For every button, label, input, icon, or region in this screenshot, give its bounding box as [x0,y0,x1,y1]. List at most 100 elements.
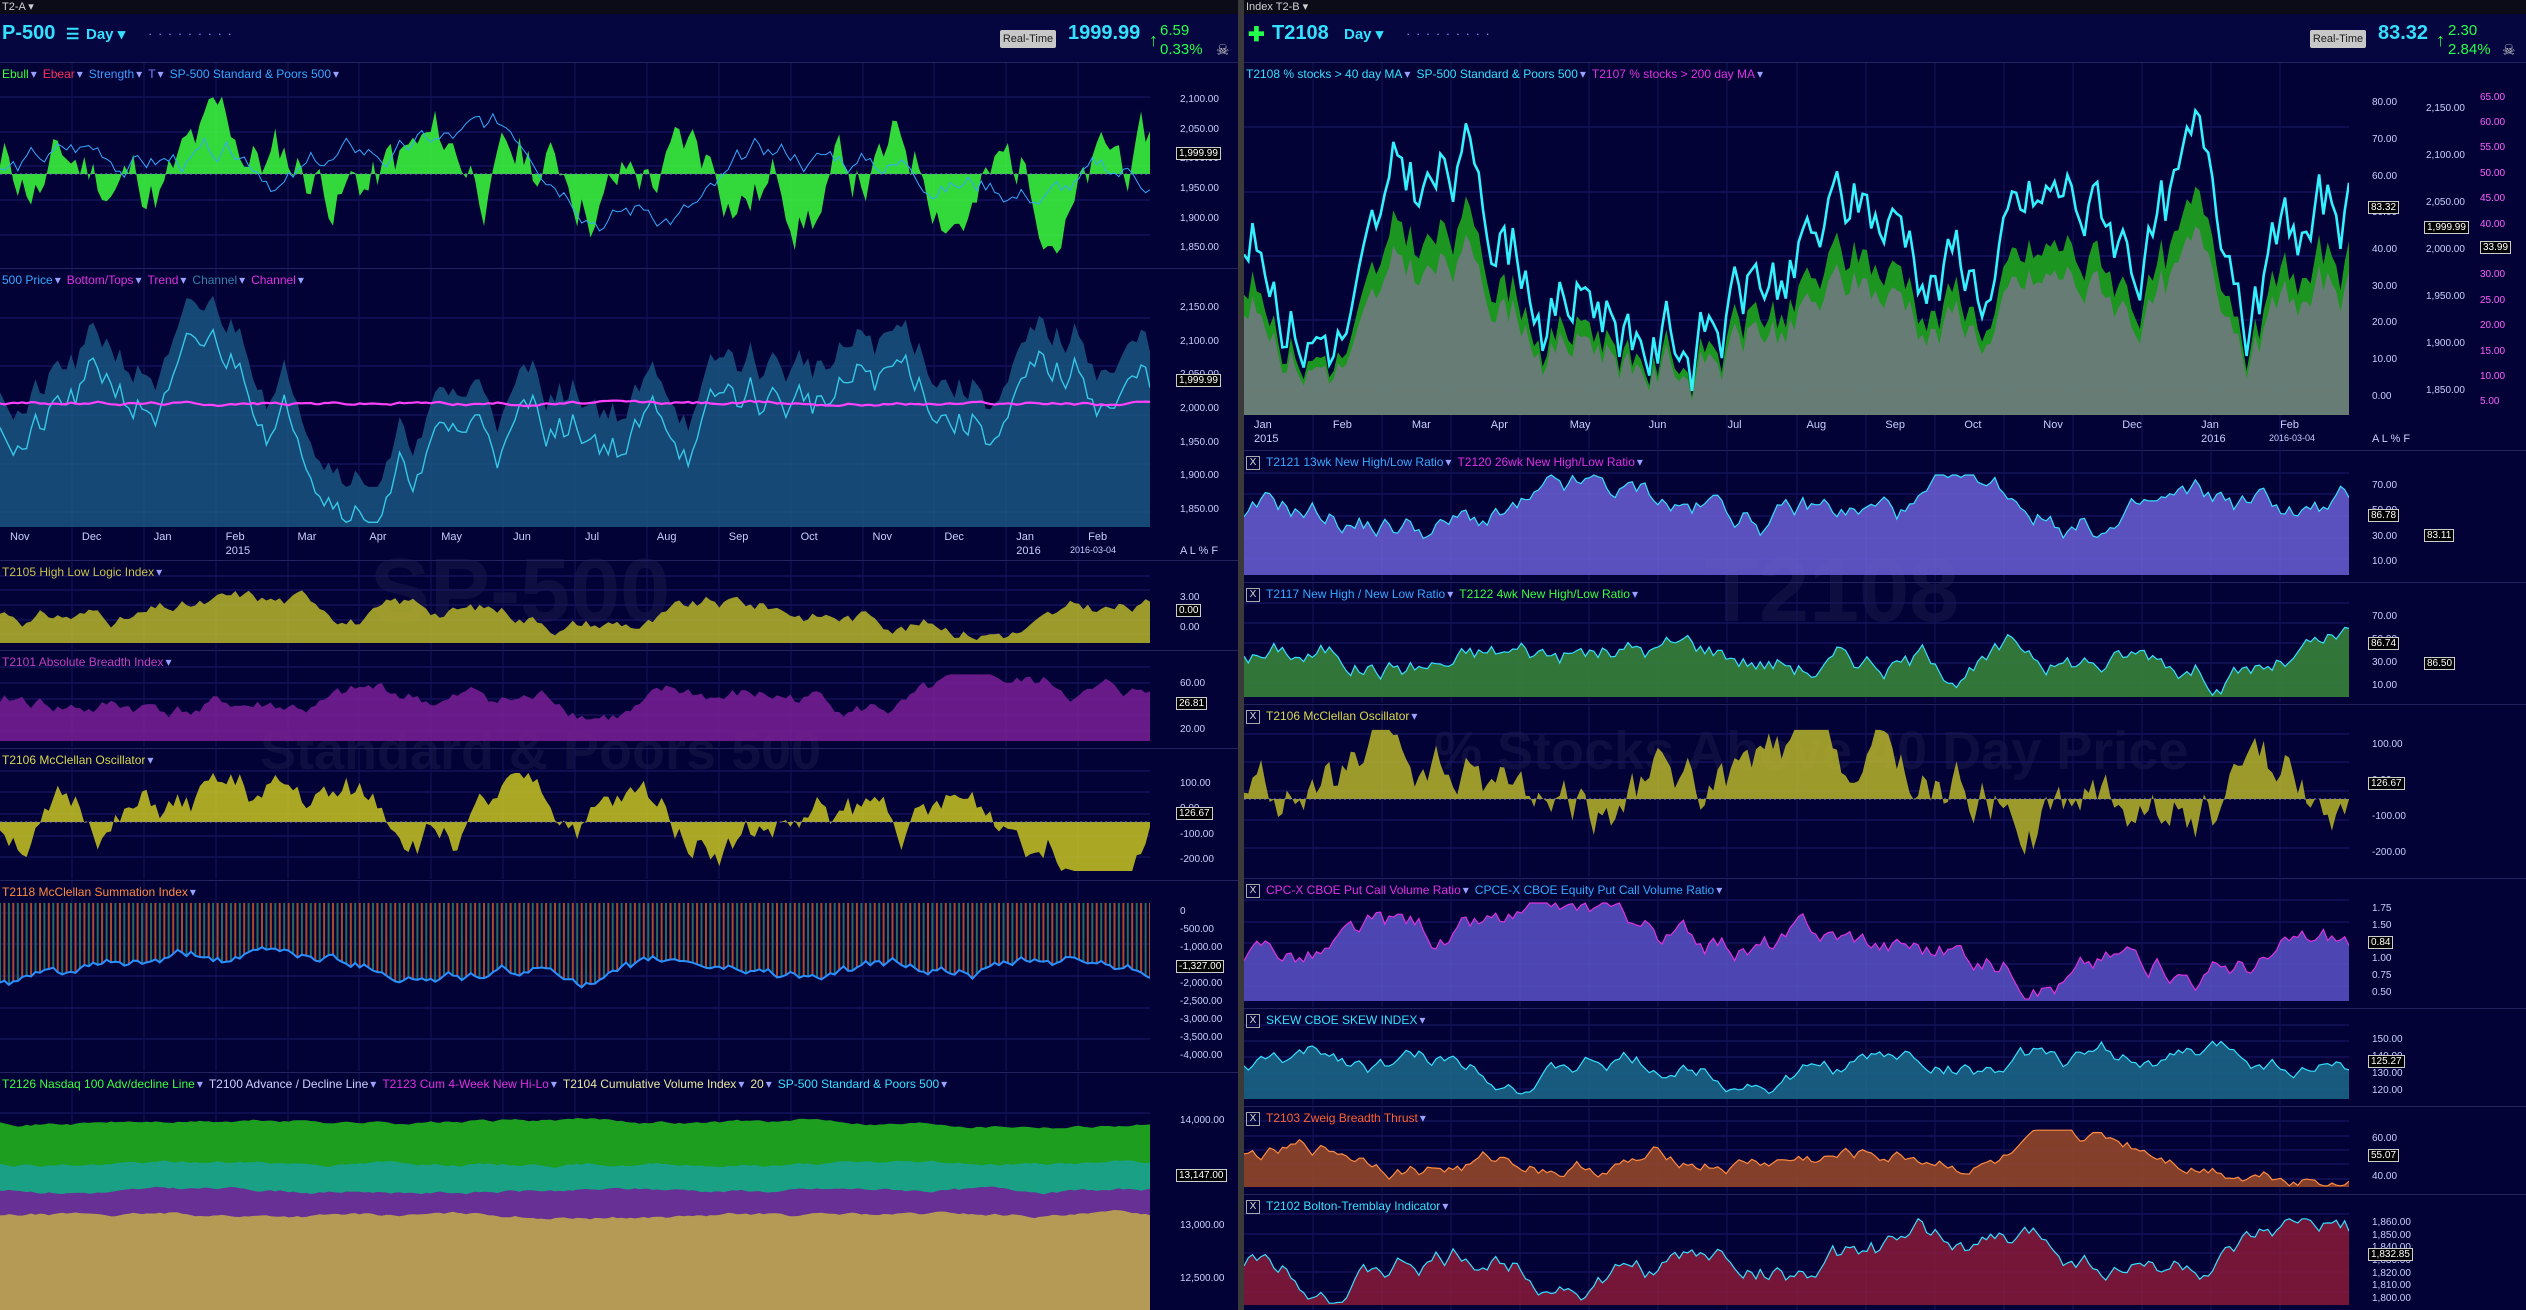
legend-item[interactable]: 20 [750,1077,763,1091]
chart-panel-5[interactable]: T2106 McClellan Oscillator▾100.000.00-10… [0,748,1238,879]
legend-dropdown-icon[interactable]: ▾ [1420,1111,1426,1125]
period-selector[interactable]: Day ▾ [86,25,125,43]
legend-item[interactable]: Bottom/Tops [67,273,134,287]
chart-panel-6[interactable]: T2118 McClellan Summation Index ▾ 0 -500.00… [0,880,1238,1071]
legend-item[interactable]: SKEW CBOE SKEW INDEX [1266,1013,1417,1027]
chart-panel-3[interactable]: X T2117 New High / New Low Ratio ▾ T2122 4w… [1244,582,2526,703]
legend-dropdown-icon[interactable]: ▾ [156,565,162,579]
plot-area[interactable] [1244,879,2349,1007]
y-axis[interactable]: 70.0050.0030.0010.0086.7486.50 [2364,583,2456,703]
legend-dropdown-icon[interactable]: ▾ [766,1077,772,1091]
legend-item[interactable]: T2120 26wk New High/Low Ratio [1457,455,1634,469]
chart-panel-6[interactable]: X SKEW CBOE SKEW INDEX▾ 150.00140.00130.00… [1244,1008,2526,1105]
legend-item[interactable]: 500 Price [2,273,53,287]
window-title[interactable]: Index T2-B ▾ [1244,0,2526,14]
close-panel-icon[interactable]: X [1246,1013,1260,1028]
legend-dropdown-icon[interactable]: ▾ [55,273,61,287]
chart-panel-7[interactable]: T2126 Nasdaq 100 Adv/decline Line ▾ T2100 … [0,1072,1238,1310]
symbol-label[interactable]: P-500 [2,22,55,45]
y-axis[interactable]: 80.00 70.00 60.00 50.00 40.00 30.00 20.00 10.00… [2364,63,2512,449]
legend-dropdown-icon[interactable]: ▾ [370,1077,376,1091]
plot-area[interactable] [0,881,1150,1071]
legend-item[interactable]: T2103 Zweig Breadth Thrust [1266,1111,1418,1125]
legend-dropdown-icon[interactable]: ▾ [1445,455,1451,469]
y-axis[interactable]: 70.0050.0030.0010.0086.7883.11 [2364,451,2455,581]
legend-item[interactable]: Ebull [2,67,29,81]
close-panel-icon[interactable]: X [1246,709,1260,724]
legend-item[interactable]: T2118 McClellan Summation Index [2,885,188,899]
y-axis[interactable]: 60.0040.0020.0026.81 [1172,651,1238,747]
chart-panel-2[interactable]: 500 Price ▾ Bottom/Tops ▾ Trend ▾ Channel ▾ Chan… [0,268,1238,561]
close-panel-icon[interactable]: X [1246,883,1260,898]
legend-dropdown-icon[interactable]: ▾ [77,67,83,81]
legend-item[interactable]: T2101 Absolute Breadth Index [2,655,163,669]
toolbar-dots[interactable]: · · · · · · · · · [1406,26,1491,41]
y-axis[interactable]: 100.000.00-100.00-200.00126.67 [2364,705,2444,877]
plot-area[interactable] [0,63,1150,269]
legend-dropdown-icon[interactable]: ▾ [165,655,171,669]
legend-item[interactable]: T2104 Cumulative Volume Index [563,1077,736,1091]
legend-item[interactable]: SP-500 Standard & Poors 500 [778,1077,939,1091]
y-axis[interactable]: 0-500.00-1,000.00-1,500.00-2,000.00-2,50… [1172,881,1238,1071]
skull-icon[interactable]: ☠ [1216,41,1229,59]
y-axis[interactable]: 150.00140.00130.00120.00125.27 [2364,1009,2444,1105]
legend-item[interactable]: Channel [251,273,296,287]
legend-dropdown-icon[interactable]: ▾ [31,67,37,81]
y-axis[interactable]: 1,860.001,850.001,840.001,830.001,820.00… [2364,1195,2444,1310]
chart-panel-7[interactable]: X T2103 Zweig Breadth Thrust▾ 60.0050.0040… [1244,1106,2526,1193]
plot-area[interactable] [0,269,1150,561]
legend-dropdown-icon[interactable]: ▾ [1442,1199,1448,1213]
close-panel-icon[interactable]: X [1246,1199,1260,1214]
chart-panel-1[interactable]: Ebull ▾ Ebear ▾ Strength ▾ T ▾ SP-500 Standard &… [0,62,1238,269]
close-panel-icon[interactable]: X [1246,1111,1260,1126]
y-axis[interactable]: 1.751.501.251.000.750.500.84 [2364,879,2444,1007]
legend-item[interactable]: T2102 Bolton-Tremblay Indicator [1266,1199,1440,1213]
legend-dropdown-icon[interactable]: ▾ [1757,67,1763,81]
toolbar-dots[interactable]: · · · · · · · · · [148,26,233,41]
y-axis[interactable]: 60.0050.0040.0055.07 [2364,1107,2444,1193]
legend-dropdown-icon[interactable]: ▾ [135,273,141,287]
y-axis[interactable]: 14,000.0013,500.0013,000.0012,500.0013,1… [1172,1073,1238,1310]
legend-item[interactable]: T2123 Cum 4-Week New Hi-Lo [382,1077,549,1091]
y-axis[interactable]: 2,100.002,050.002,000.001,950.001,900.00… [1172,63,1238,269]
plot-area[interactable] [1244,451,2349,581]
y-axis[interactable]: 3.00 0.00 0.00 [1172,561,1238,649]
chart-panel-4[interactable]: T2101 Absolute Breadth Index▾ 60.0040.002… [0,650,1238,747]
close-panel-icon[interactable]: X [1246,455,1260,470]
legend-dropdown-icon[interactable]: ▾ [941,1077,947,1091]
realtime-button[interactable]: Real-Time [2310,30,2366,48]
legend-dropdown-icon[interactable]: ▾ [1580,67,1586,81]
legend-dropdown-icon[interactable]: ▾ [1419,1013,1425,1027]
legend-dropdown-icon[interactable]: ▾ [1411,709,1417,723]
legend-dropdown-icon[interactable]: ▾ [136,67,142,81]
legend-dropdown-icon[interactable]: ▾ [1447,587,1453,601]
legend-dropdown-icon[interactable]: ▾ [1404,67,1410,81]
plot-area[interactable] [0,749,1150,879]
chart-panel-8[interactable]: X T2102 Bolton-Tremblay Indicator ▾ 1,860.0… [1244,1194,2526,1310]
legend-item[interactable]: CPC-X CBOE Put Call Volume Ratio [1266,883,1461,897]
chart-panel-3[interactable]: T2105 High Low Logic Index ▾ 3.00 0.00 0.00 [0,560,1238,649]
legend-dropdown-icon[interactable]: ▾ [1632,587,1638,601]
y-axis[interactable]: 2,150.002,100.002,050.002,000.001,950.00… [1172,269,1238,561]
legend-item[interactable]: T2105 High Low Logic Index [2,565,154,579]
list-icon[interactable]: ☰ [66,25,79,43]
legend-dropdown-icon[interactable]: ▾ [333,67,339,81]
chart-panel-5[interactable]: X CPC-X CBOE Put Call Volume Ratio ▾ CPCE-X… [1244,878,2526,1007]
legend-item[interactable]: Trend [147,273,178,287]
legend-dropdown-icon[interactable]: ▾ [180,273,186,287]
legend-item[interactable]: T2108 % stocks > 40 day MA [1246,67,1402,81]
close-panel-icon[interactable]: X [1246,587,1260,602]
plot-area[interactable] [0,561,1150,649]
legend-dropdown-icon[interactable]: ▾ [197,1077,203,1091]
legend-item[interactable]: T2100 Advance / Decline Line [209,1077,368,1091]
legend-dropdown-icon[interactable]: ▾ [1716,883,1722,897]
legend-item[interactable]: Ebear [43,67,75,81]
chart-panel-1[interactable]: T2108 % stocks > 40 day MA ▾ SP-500 Standa… [1244,62,2526,449]
legend-dropdown-icon[interactable]: ▾ [738,1077,744,1091]
legend-dropdown-icon[interactable]: ▾ [1637,455,1643,469]
legend-dropdown-icon[interactable]: ▾ [298,273,304,287]
legend-dropdown-icon[interactable]: ▾ [239,273,245,287]
plot-area[interactable] [1244,63,2349,449]
legend-item[interactable]: Strength [89,67,134,81]
legend-item[interactable]: SP-500 Standard & Poors 500 [1416,67,1577,81]
